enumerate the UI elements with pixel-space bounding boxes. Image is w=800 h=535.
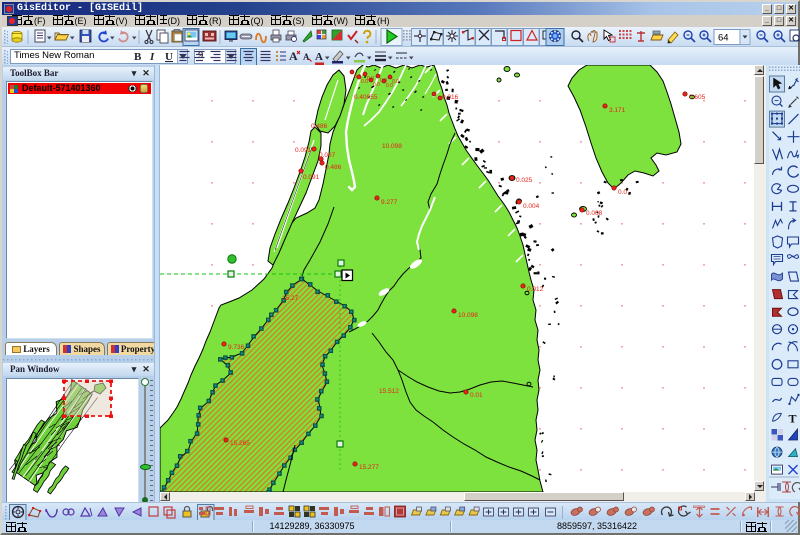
svg-text:T: T (789, 411, 797, 425)
svg-text:0.025: 0.025 (516, 177, 533, 184)
svg-text:0.0: 0.0 (618, 189, 627, 196)
svg-text:0.40055: 0.40055 (354, 94, 378, 101)
svg-text:B: B (134, 51, 142, 63)
svg-text:0.01: 0.01 (470, 392, 483, 399)
svg-text:0.605: 0.605 (689, 94, 706, 101)
svg-text:3.171: 3.171 (609, 107, 626, 114)
svg-text:A: A (289, 49, 298, 63)
svg-text:10.098: 10.098 (458, 312, 478, 319)
svg-text:64: 64 (718, 33, 729, 44)
svg-text:A: A (315, 51, 323, 63)
svg-text:0.008: 0.008 (586, 210, 603, 217)
svg-text:U: U (165, 51, 173, 63)
svg-text:0.004: 0.004 (523, 203, 540, 210)
svg-text:A: A (303, 52, 310, 62)
svg-text:0.012: 0.012 (527, 286, 544, 293)
svg-text:15.512: 15.512 (379, 388, 399, 395)
svg-text:9.277: 9.277 (381, 199, 398, 206)
svg-text:0.091: 0.091 (303, 174, 320, 181)
svg-text:0.486: 0.486 (311, 123, 328, 130)
svg-text:0.0: 0.0 (392, 79, 399, 85)
svg-text:10.098: 10.098 (382, 143, 402, 150)
svg-text:9.736: 9.736 (228, 344, 245, 351)
svg-text:15.27: 15.27 (282, 295, 299, 302)
svg-text:0.091: 0.091 (295, 147, 312, 154)
svg-text:15.265: 15.265 (230, 440, 250, 447)
svg-text:0.007: 0.007 (319, 152, 336, 159)
svg-text:15.277: 15.277 (359, 464, 379, 471)
svg-text:0.486: 0.486 (325, 164, 342, 171)
svg-text:0.016: 0.016 (442, 94, 459, 101)
svg-text:I: I (149, 51, 155, 63)
